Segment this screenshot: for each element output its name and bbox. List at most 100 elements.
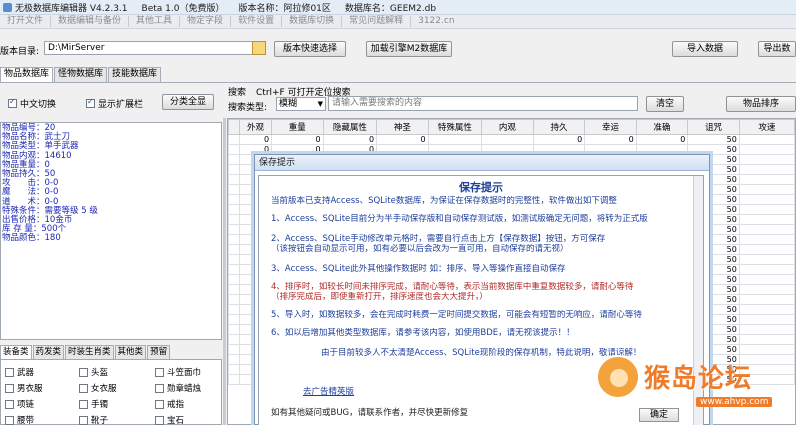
grid-cell[interactable] bbox=[738, 204, 795, 215]
table-row[interactable]: 0 0 0 0 0 0 0 50 bbox=[228, 134, 795, 145]
category-checkbox[interactable]: 宝石 bbox=[155, 414, 184, 425]
grid-cell[interactable] bbox=[376, 144, 429, 155]
category-checkbox[interactable]: 手镯 bbox=[79, 398, 108, 410]
category-checkbox[interactable]: 项链 bbox=[5, 398, 34, 410]
grid-cell[interactable]: 0 bbox=[584, 134, 637, 145]
grid-column-header[interactable]: 诅咒 bbox=[687, 119, 740, 135]
grid-cell[interactable] bbox=[427, 134, 483, 145]
menu-fixed-fields[interactable]: 物定字段 bbox=[180, 16, 232, 27]
folder-icon[interactable] bbox=[252, 41, 266, 55]
grid-cell[interactable] bbox=[228, 194, 240, 205]
search-input[interactable]: 请输入需要搜索的内容 bbox=[328, 96, 638, 111]
category-checkbox[interactable]: 斗笠面巾 bbox=[155, 366, 201, 378]
grid-cell[interactable] bbox=[228, 184, 240, 195]
ad-free-link[interactable]: 去广告精英版 bbox=[303, 385, 354, 397]
grid-cell[interactable]: 0 bbox=[322, 144, 378, 155]
grid-cell[interactable] bbox=[738, 194, 795, 205]
category-checkbox[interactable]: 腰带 bbox=[5, 414, 34, 425]
tab-items-db[interactable]: 物品数据库 bbox=[0, 67, 54, 82]
grid-cell[interactable] bbox=[228, 374, 240, 385]
clear-button[interactable]: 清空 bbox=[646, 96, 684, 112]
grid-cell[interactable] bbox=[228, 354, 240, 365]
category-checkbox[interactable]: 勋章蜡烛 bbox=[155, 382, 201, 394]
grid-cell[interactable] bbox=[738, 324, 795, 335]
tab-fashion[interactable]: 时装生肖类 bbox=[65, 345, 114, 359]
tab-monsters-db[interactable]: 怪物数据库 bbox=[54, 67, 108, 82]
tab-other[interactable]: 其他类 bbox=[114, 345, 147, 359]
grid-cell[interactable]: 0 bbox=[532, 134, 586, 145]
category-checkbox[interactable]: 女衣服 bbox=[79, 382, 117, 394]
grid-column-header[interactable]: 攻速 bbox=[738, 119, 795, 135]
grid-column-header[interactable]: 持久 bbox=[532, 119, 586, 135]
import-data-button[interactable]: 导入数据 bbox=[672, 41, 738, 57]
grid-cell[interactable] bbox=[228, 304, 240, 315]
grid-cell[interactable]: 50 bbox=[687, 134, 740, 145]
grid-cell[interactable] bbox=[738, 294, 795, 305]
grid-cell[interactable] bbox=[228, 214, 240, 225]
grid-cell[interactable] bbox=[738, 244, 795, 255]
grid-cell[interactable] bbox=[228, 254, 240, 265]
category-checkbox[interactable]: 戒指 bbox=[155, 398, 184, 410]
grid-column-header[interactable]: 重量 bbox=[271, 119, 324, 135]
directory-input[interactable]: D:\MirServer bbox=[44, 41, 266, 55]
grid-cell[interactable] bbox=[738, 224, 795, 235]
grid-cell[interactable]: 0 bbox=[238, 134, 273, 145]
grid-cell[interactable] bbox=[738, 304, 795, 315]
grid-cell[interactable] bbox=[228, 144, 240, 155]
cn-switch-checkbox[interactable]: 中文切换 bbox=[8, 97, 56, 110]
grid-cell[interactable] bbox=[738, 264, 795, 275]
grid-column-header[interactable]: 特殊属性 bbox=[427, 119, 483, 135]
grid-cell[interactable] bbox=[228, 224, 240, 235]
category-checkbox[interactable]: 靴子 bbox=[79, 414, 108, 425]
search-type-select[interactable]: 模糊 ▼ bbox=[276, 97, 326, 111]
grid-cell[interactable] bbox=[228, 344, 240, 355]
grid-cell[interactable] bbox=[427, 144, 483, 155]
grid-cell[interactable] bbox=[228, 334, 240, 345]
tab-skills-db[interactable]: 技能数据库 bbox=[108, 67, 162, 82]
grid-cell[interactable] bbox=[228, 154, 240, 165]
version-select-button[interactable]: 版本快速选择 bbox=[274, 41, 346, 57]
grid-cell[interactable]: 0 bbox=[238, 144, 273, 155]
grid-cell[interactable] bbox=[738, 144, 795, 155]
grid-cell[interactable] bbox=[228, 314, 240, 325]
grid-cell[interactable]: 50 bbox=[687, 144, 740, 155]
grid-cell[interactable] bbox=[228, 204, 240, 215]
classify-all-button[interactable]: 分类全显 bbox=[162, 94, 214, 110]
menu-site-link[interactable]: 3122.cn bbox=[411, 16, 461, 27]
grid-cell[interactable] bbox=[532, 144, 586, 155]
grid-cell[interactable] bbox=[481, 144, 534, 155]
grid-cell[interactable] bbox=[228, 174, 240, 185]
grid-cell[interactable] bbox=[738, 164, 795, 175]
menu-tools[interactable]: 其他工具 bbox=[129, 16, 181, 27]
grid-cell[interactable] bbox=[228, 274, 240, 285]
grid-cell[interactable] bbox=[228, 324, 240, 335]
menu-open-file[interactable]: 打开文件 bbox=[0, 16, 52, 27]
splitter-handle[interactable] bbox=[223, 118, 226, 425]
menu-faq[interactable]: 常见问题解释 bbox=[342, 16, 412, 27]
grid-cell[interactable] bbox=[738, 254, 795, 265]
grid-cell[interactable]: 0 bbox=[635, 134, 689, 145]
grid-cell[interactable] bbox=[738, 154, 795, 165]
grid-cell[interactable] bbox=[228, 164, 240, 175]
table-row[interactable]: 0 0 0 50 bbox=[228, 144, 795, 155]
grid-cell[interactable] bbox=[738, 344, 795, 355]
grid-cell[interactable] bbox=[738, 274, 795, 285]
category-checkbox[interactable]: 武器 bbox=[5, 366, 34, 378]
grid-column-header[interactable]: 隐藏属性 bbox=[322, 119, 378, 135]
grid-column-header[interactable]: 外观 bbox=[238, 119, 273, 135]
show-ext-checkbox[interactable]: 显示扩展栏 bbox=[86, 97, 143, 110]
menu-db-switch[interactable]: 数据库切换 bbox=[282, 16, 343, 27]
grid-cell[interactable] bbox=[738, 214, 795, 225]
menu-settings[interactable]: 软件设置 bbox=[231, 16, 283, 27]
grid-column-header[interactable]: 内观 bbox=[481, 119, 534, 135]
grid-cell[interactable] bbox=[738, 334, 795, 345]
grid-cell[interactable] bbox=[738, 174, 795, 185]
grid-cell[interactable]: 0 bbox=[322, 134, 378, 145]
grid-column-header[interactable] bbox=[228, 119, 240, 135]
tab-reserved[interactable]: 预留 bbox=[147, 345, 171, 359]
grid-cell[interactable] bbox=[228, 264, 240, 275]
category-checkbox[interactable]: 男衣服 bbox=[5, 382, 43, 394]
menu-edit-backup[interactable]: 数据编辑与备份 bbox=[51, 16, 130, 27]
export-data-button[interactable]: 导出数 bbox=[758, 41, 796, 57]
grid-cell[interactable] bbox=[738, 284, 795, 295]
